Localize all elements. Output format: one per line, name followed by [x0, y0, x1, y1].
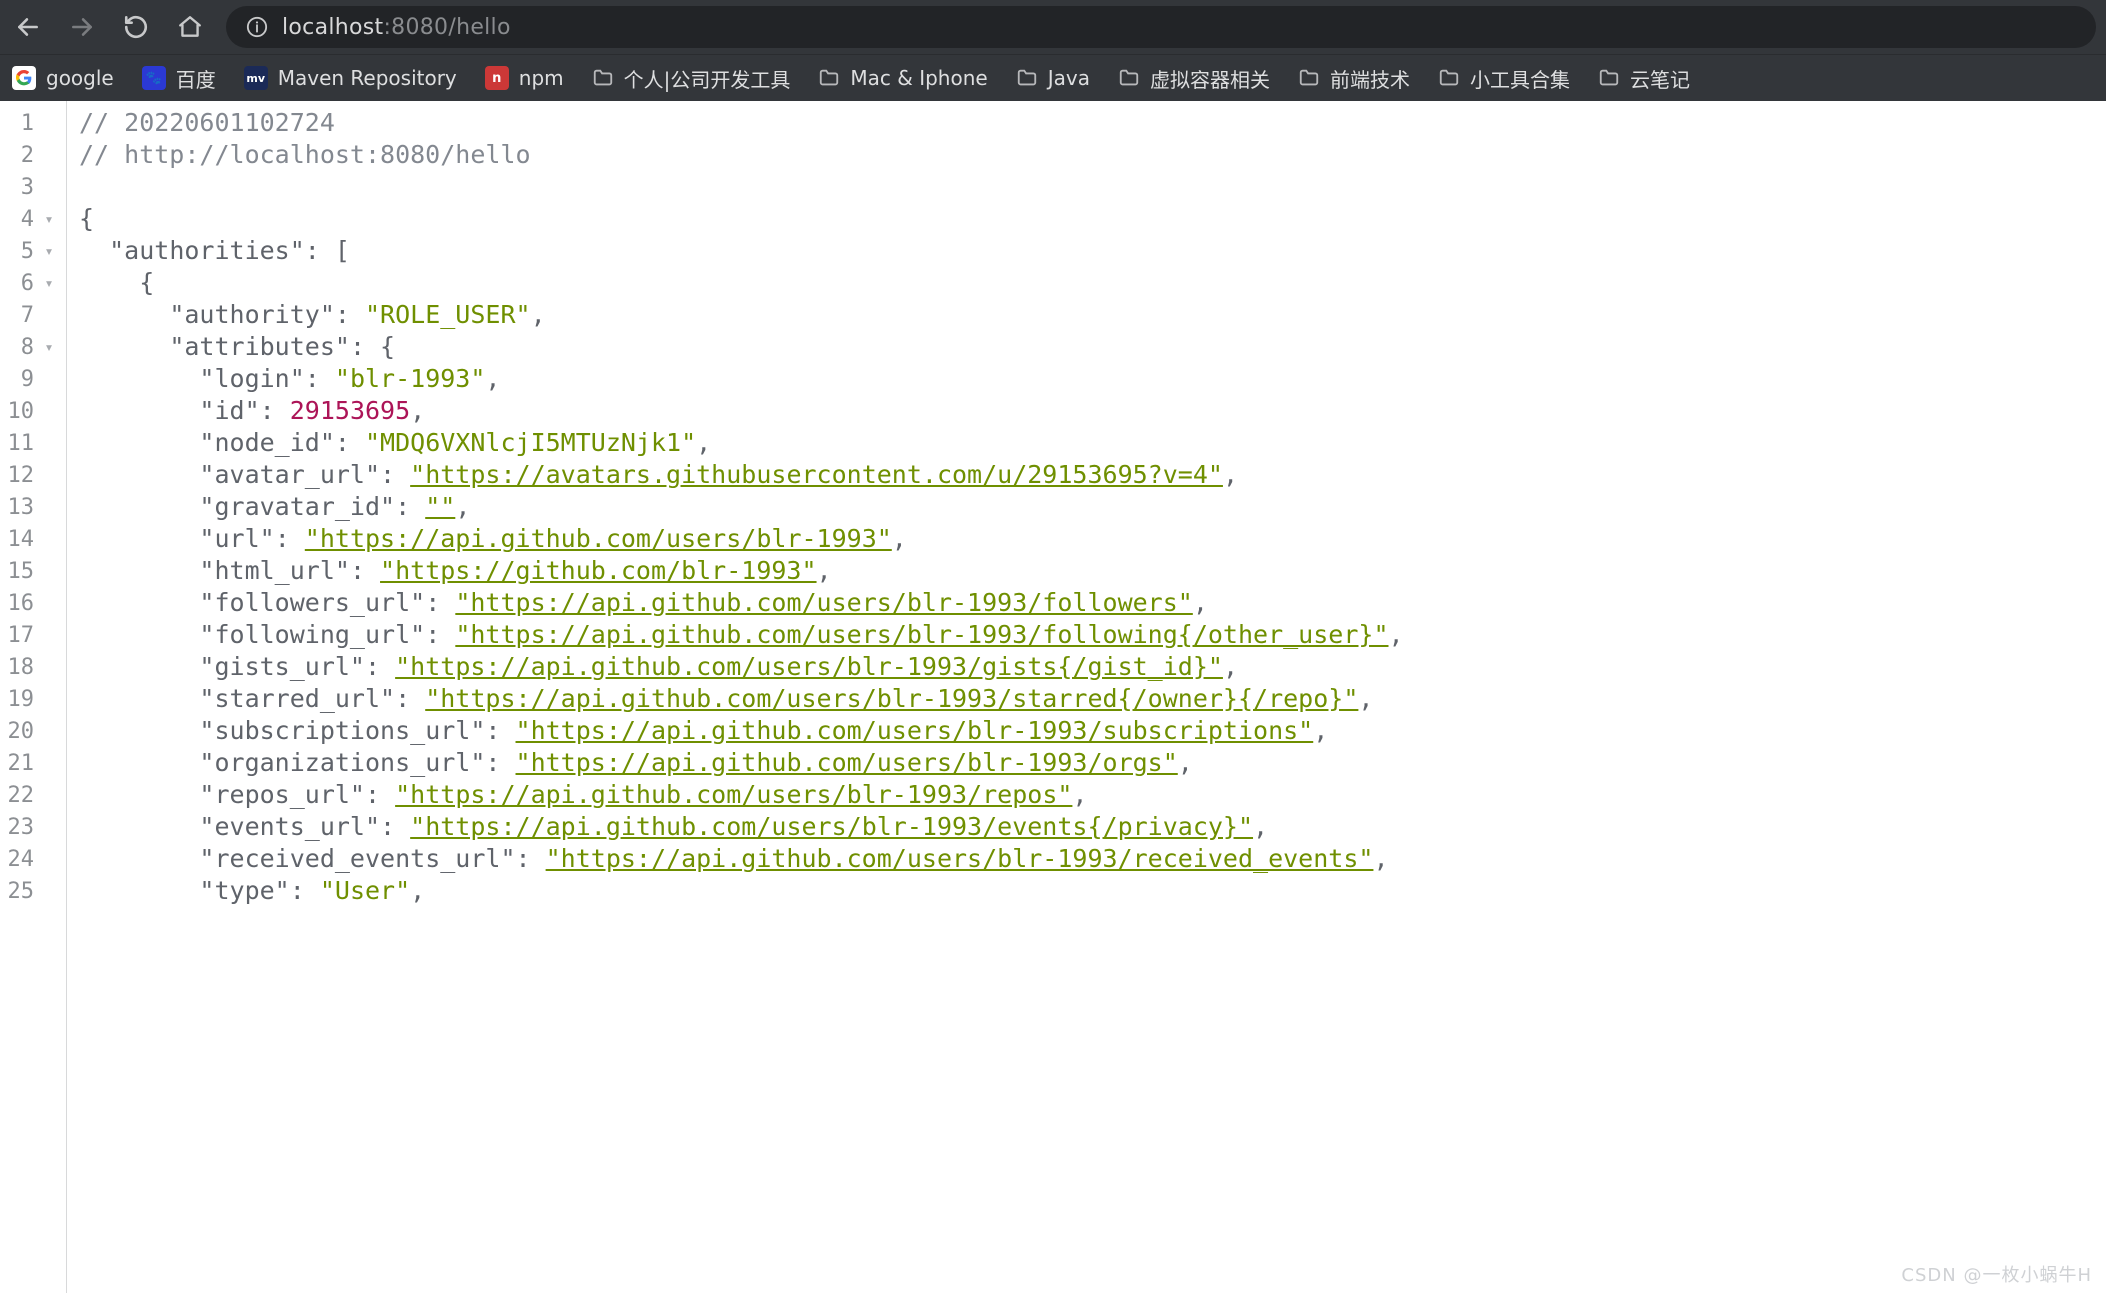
json-link[interactable]: "https://api.github.com/users/blr-1993"	[305, 524, 892, 553]
watermark-text: CSDN @一枚小蜗牛H	[1901, 1261, 2092, 1287]
baidu-icon: 🐾	[142, 66, 166, 90]
bookmark-baidu[interactable]: 🐾 百度	[142, 64, 216, 93]
line-number: 7	[0, 299, 66, 331]
bookmark-label: 云笔记	[1630, 64, 1690, 93]
line-number: 15	[0, 555, 66, 587]
bookmark-label: google	[46, 66, 114, 90]
bookmark-folder-frontend[interactable]: 前端技术	[1298, 64, 1410, 93]
bookmark-folder-container[interactable]: 虚拟容器相关	[1118, 64, 1270, 93]
line-number: 1	[0, 107, 66, 139]
bookmark-npm[interactable]: n npm	[485, 66, 564, 90]
folder-icon	[1598, 67, 1620, 89]
line-number: 25	[0, 875, 66, 907]
json-link[interactable]: "https://avatars.githubusercontent.com/u…	[410, 460, 1223, 489]
line-number[interactable]: 8▾	[0, 331, 66, 363]
folder-icon	[1298, 67, 1320, 89]
bookmark-label: Java	[1048, 66, 1090, 90]
line-number: 19	[0, 683, 66, 715]
line-number: 22	[0, 779, 66, 811]
bookmark-google[interactable]: google	[12, 66, 114, 90]
line-number: 16	[0, 587, 66, 619]
bookmark-label: 前端技术	[1330, 64, 1410, 93]
fold-icon: ▾	[42, 210, 56, 228]
line-number[interactable]: 4▾	[0, 203, 66, 235]
bookmark-label: npm	[519, 66, 564, 90]
back-button[interactable]	[10, 9, 46, 45]
fold-icon: ▾	[42, 338, 56, 356]
bookmark-label: 小工具合集	[1470, 64, 1570, 93]
bookmark-label: Maven Repository	[278, 66, 457, 90]
line-number: 14	[0, 523, 66, 555]
folder-icon	[1438, 67, 1460, 89]
line-number: 24	[0, 843, 66, 875]
line-number[interactable]: 5▾	[0, 235, 66, 267]
site-info-icon[interactable]	[246, 16, 268, 38]
line-number: 9	[0, 363, 66, 395]
bookmark-label: 百度	[176, 64, 216, 93]
line-gutter: 1 2 3 4▾ 5▾ 6▾ 7 8▾ 9 10 11 12 13 14 15 …	[0, 101, 67, 1293]
maven-icon: mv	[244, 66, 268, 90]
bookmark-folder-personal[interactable]: 个人|公司开发工具	[592, 64, 791, 93]
line-number: 23	[0, 811, 66, 843]
fold-icon: ▾	[42, 274, 56, 292]
line-number: 2	[0, 139, 66, 171]
json-link[interactable]: "https://api.github.com/users/blr-1993/s…	[516, 716, 1314, 745]
url-text: localhost:8080/hello	[282, 15, 511, 40]
line-number: 21	[0, 747, 66, 779]
json-link[interactable]: "https://github.com/blr-1993"	[380, 556, 817, 585]
json-viewer: 1 2 3 4▾ 5▾ 6▾ 7 8▾ 9 10 11 12 13 14 15 …	[0, 101, 2106, 1293]
json-link[interactable]: "https://api.github.com/users/blr-1993/o…	[516, 748, 1178, 777]
bookmarks-bar: google 🐾 百度 mv Maven Repository n npm 个人…	[0, 54, 2106, 101]
bookmark-label: 虚拟容器相关	[1150, 64, 1270, 93]
line-number: 18	[0, 651, 66, 683]
address-bar[interactable]: localhost:8080/hello	[226, 6, 2096, 48]
folder-icon	[818, 67, 840, 89]
code-content: // 20220601102724 // http://localhost:80…	[67, 101, 1404, 1293]
json-link[interactable]: "https://api.github.com/users/blr-1993/r…	[395, 780, 1072, 809]
json-link[interactable]: "https://api.github.com/users/blr-1993/g…	[395, 652, 1223, 681]
json-link[interactable]: "https://api.github.com/users/blr-1993/f…	[455, 588, 1193, 617]
google-icon	[12, 66, 36, 90]
forward-button[interactable]	[64, 9, 100, 45]
json-link[interactable]: "https://api.github.com/users/blr-1993/s…	[425, 684, 1358, 713]
bookmark-folder-java[interactable]: Java	[1016, 66, 1090, 90]
reload-button[interactable]	[118, 9, 154, 45]
json-link[interactable]: "https://api.github.com/users/blr-1993/f…	[455, 620, 1388, 649]
json-link[interactable]: ""	[425, 492, 455, 521]
home-button[interactable]	[172, 9, 208, 45]
line-number: 3	[0, 171, 66, 203]
fold-icon: ▾	[42, 242, 56, 260]
folder-icon	[592, 67, 614, 89]
bookmark-folder-mac[interactable]: Mac & Iphone	[818, 66, 987, 90]
json-link[interactable]: "https://api.github.com/users/blr-1993/r…	[546, 844, 1374, 873]
bookmark-label: 个人|公司开发工具	[624, 64, 791, 93]
bookmark-folder-notes[interactable]: 云笔记	[1598, 64, 1690, 93]
npm-icon: n	[485, 66, 509, 90]
line-number: 11	[0, 427, 66, 459]
line-number: 17	[0, 619, 66, 651]
line-number: 10	[0, 395, 66, 427]
bookmark-label: Mac & Iphone	[850, 66, 987, 90]
line-number[interactable]: 6▾	[0, 267, 66, 299]
json-link[interactable]: "https://api.github.com/users/blr-1993/e…	[410, 812, 1253, 841]
folder-icon	[1016, 67, 1038, 89]
folder-icon	[1118, 67, 1140, 89]
bookmark-maven[interactable]: mv Maven Repository	[244, 66, 457, 90]
line-number: 13	[0, 491, 66, 523]
line-number: 20	[0, 715, 66, 747]
line-number: 12	[0, 459, 66, 491]
bookmark-folder-tools[interactable]: 小工具合集	[1438, 64, 1570, 93]
browser-toolbar: localhost:8080/hello	[0, 0, 2106, 54]
